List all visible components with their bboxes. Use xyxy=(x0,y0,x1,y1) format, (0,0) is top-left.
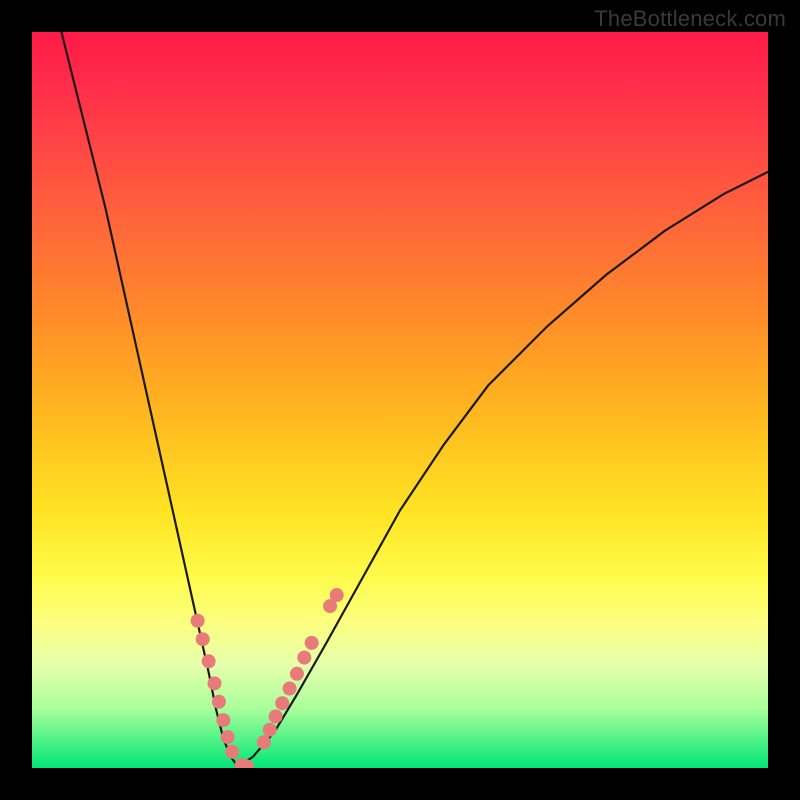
data-marker xyxy=(297,651,311,665)
curve-right-branch xyxy=(238,172,768,767)
data-marker xyxy=(283,682,297,696)
data-marker xyxy=(269,709,283,723)
data-marker xyxy=(208,676,222,690)
data-marker xyxy=(216,713,230,727)
plot-area xyxy=(32,32,768,768)
chart-frame: TheBottleneck.com xyxy=(0,0,800,800)
chart-svg xyxy=(32,32,768,768)
data-marker xyxy=(275,696,289,710)
data-marker xyxy=(263,723,277,737)
data-marker xyxy=(202,654,216,668)
data-marker xyxy=(212,695,226,709)
data-marker xyxy=(196,632,210,646)
data-marker xyxy=(225,745,239,759)
data-marker xyxy=(257,735,271,749)
data-marker xyxy=(330,588,344,602)
data-marker xyxy=(305,636,319,650)
data-marker xyxy=(191,614,205,628)
watermark-text: TheBottleneck.com xyxy=(594,6,786,32)
data-marker xyxy=(221,730,235,744)
data-marker xyxy=(290,667,304,681)
